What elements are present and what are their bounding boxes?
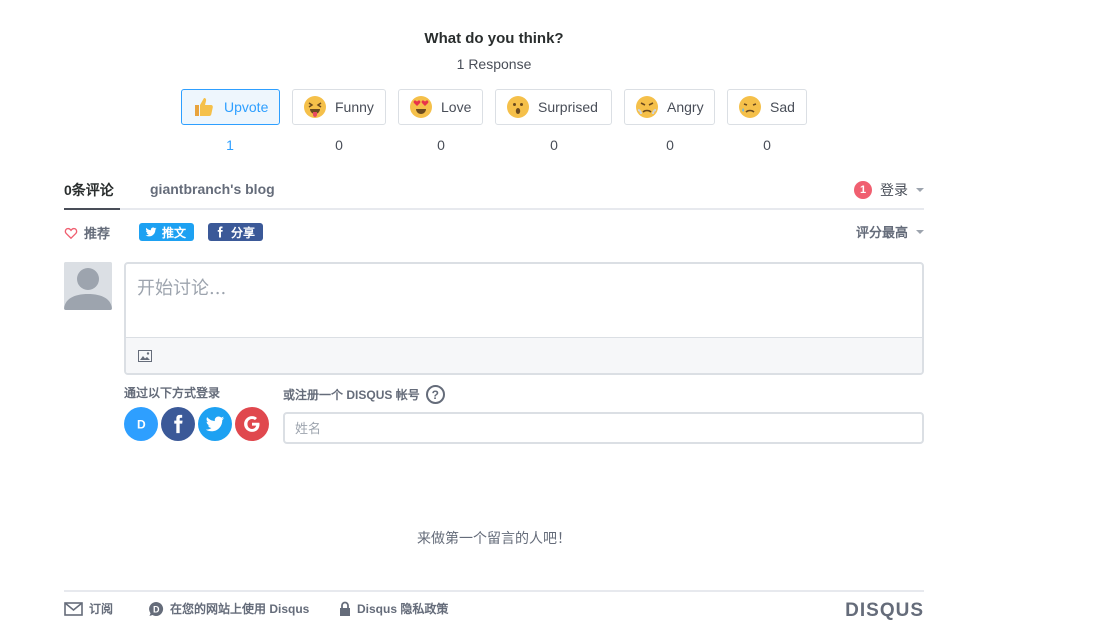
editor-toolbar bbox=[126, 337, 922, 373]
reaction-angry-button[interactable]: Angry bbox=[624, 89, 715, 125]
tab-comments[interactable]: 0条评论 bbox=[64, 180, 114, 210]
reaction-label: Upvote bbox=[224, 99, 269, 115]
love-face-icon bbox=[410, 96, 432, 118]
facebook-icon bbox=[174, 414, 183, 434]
disqus-login-button[interactable]: D bbox=[124, 407, 158, 441]
share-label: 分享 bbox=[231, 225, 256, 240]
disqus-icon: D bbox=[149, 601, 164, 616]
twitter-login-button[interactable] bbox=[198, 407, 232, 441]
signup-suffix: 帐号 bbox=[395, 388, 420, 402]
recommend-button[interactable]: 推荐 bbox=[64, 223, 110, 242]
facebook-share-button[interactable]: 分享 bbox=[208, 223, 264, 241]
chevron-down-icon bbox=[916, 229, 924, 234]
lock-icon bbox=[340, 601, 350, 616]
recommend-label: 推荐 bbox=[84, 226, 111, 241]
avatar bbox=[64, 262, 112, 310]
add-disqus-link[interactable]: D 在您的网站上使用 Disqus bbox=[148, 600, 309, 617]
login-label: 登录 bbox=[880, 182, 908, 198]
chevron-down-icon bbox=[916, 188, 924, 192]
footer: 订阅 D 在您的网站上使用 Disqus Disqus 隐私政策 DISQUS bbox=[64, 590, 924, 634]
signup-brand: DISQUS bbox=[346, 387, 393, 402]
twitter-icon bbox=[145, 227, 157, 237]
active-tab-indicator bbox=[64, 208, 120, 210]
tweet-button[interactable]: 推文 bbox=[139, 223, 195, 241]
reaction-label: Angry bbox=[667, 99, 704, 115]
name-input[interactable] bbox=[283, 412, 924, 444]
sad-face-icon bbox=[739, 96, 761, 118]
reaction-love-button[interactable]: Love bbox=[398, 89, 483, 125]
login-via-label: 通过以下方式登录 bbox=[124, 386, 221, 400]
help-icon[interactable]: ? bbox=[425, 385, 445, 404]
funny-face-icon bbox=[304, 96, 326, 118]
user-placeholder-icon bbox=[64, 262, 112, 310]
privacy-label: Disqus 隐私政策 bbox=[357, 602, 449, 616]
sort-dropdown[interactable]: 评分最高 bbox=[856, 222, 924, 241]
reaction-count-angry: 0 bbox=[666, 137, 674, 153]
subscribe-label: 订阅 bbox=[89, 602, 114, 616]
reaction-label: Love bbox=[441, 99, 472, 115]
subscribe-link[interactable]: 订阅 bbox=[64, 600, 113, 617]
reactions-title: What do you think? bbox=[424, 30, 564, 47]
add-disqus-label: 在您的网站上使用 Disqus bbox=[170, 602, 310, 616]
reaction-count-sad: 0 bbox=[763, 137, 771, 153]
reaction-surprised-button[interactable]: Surprised bbox=[495, 89, 612, 125]
angry-face-icon bbox=[636, 96, 658, 118]
signup-label: 或注册一个 DISQUS 帐号 ? bbox=[283, 385, 445, 404]
twitter-icon bbox=[205, 416, 225, 432]
svg-text:D: D bbox=[137, 418, 146, 432]
heart-icon bbox=[64, 227, 78, 239]
reaction-count-surprised: 0 bbox=[550, 137, 558, 153]
disqus-icon: D bbox=[133, 416, 150, 433]
envelope-icon bbox=[64, 601, 83, 616]
reaction-count-funny: 0 bbox=[335, 137, 343, 153]
thumbs-up-icon bbox=[195, 98, 213, 116]
google-login-button[interactable] bbox=[235, 407, 269, 441]
reaction-upvote-button[interactable]: Upvote bbox=[181, 89, 280, 125]
reaction-count-upvote: 1 bbox=[226, 137, 234, 153]
signup-prefix: 或注册一个 bbox=[283, 388, 344, 402]
comment-tabs: 0条评论 giantbranch's blog 1 登录 bbox=[64, 180, 924, 210]
google-icon bbox=[244, 416, 260, 432]
reaction-label: Sad bbox=[770, 99, 795, 115]
notification-badge: 1 bbox=[854, 181, 872, 199]
facebook-icon bbox=[217, 226, 223, 238]
comment-editor[interactable]: 开始讨论... bbox=[124, 262, 924, 375]
sort-label: 评分最高 bbox=[855, 225, 908, 240]
reaction-sad-button[interactable]: Sad bbox=[727, 89, 807, 125]
login-menu[interactable]: 1 登录 bbox=[854, 180, 924, 200]
tab-community[interactable]: giantbranch's blog bbox=[150, 181, 275, 197]
comment-input[interactable]: 开始讨论... bbox=[137, 274, 226, 300]
reaction-label: Funny bbox=[335, 99, 374, 115]
image-upload-icon[interactable] bbox=[138, 350, 152, 362]
facebook-login-button[interactable] bbox=[161, 407, 195, 441]
reaction-label: Surprised bbox=[538, 99, 598, 115]
reaction-count-love: 0 bbox=[437, 137, 445, 153]
disqus-logo[interactable]: DISQUS bbox=[845, 600, 924, 622]
svg-text:D: D bbox=[153, 604, 160, 614]
empty-state-message: 来做第一个留言的人吧！ bbox=[417, 530, 571, 546]
tweet-label: 推文 bbox=[162, 225, 187, 240]
surprised-face-icon bbox=[507, 96, 529, 118]
response-count: 1 Response bbox=[456, 56, 532, 72]
reaction-funny-button[interactable]: Funny bbox=[292, 89, 386, 125]
privacy-link[interactable]: Disqus 隐私政策 bbox=[339, 600, 448, 617]
